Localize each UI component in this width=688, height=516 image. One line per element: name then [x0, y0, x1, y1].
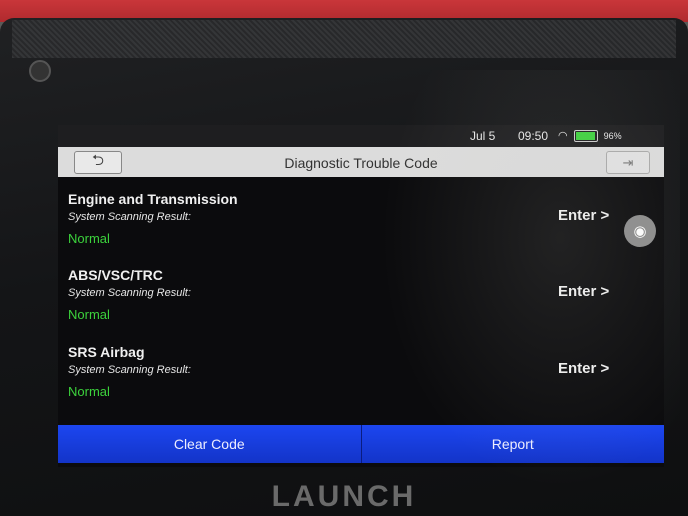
status-date: Jul 5	[470, 129, 496, 143]
exit-icon: ⇥	[622, 154, 634, 170]
battery-fill	[575, 131, 595, 140]
title-bar: ⮌ Diagnostic Trouble Code ⇥	[58, 147, 664, 177]
enter-button-engine[interactable]: Enter >	[558, 207, 609, 224]
front-camera-lens	[29, 60, 51, 82]
status-time: 09:50	[518, 129, 549, 143]
system-name: SRS Airbag	[68, 344, 145, 360]
brand-logo: LAUNCH	[271, 480, 417, 513]
screenshot-camera-button[interactable]: ◉	[624, 215, 656, 247]
system-row-abs: ABS/VSC/TRC System Scanning Result: Norm…	[58, 267, 664, 341]
system-status: Normal	[68, 231, 110, 246]
system-subtitle: System Scanning Result:	[68, 287, 191, 299]
exit-button[interactable]: ⇥	[606, 151, 650, 174]
system-name: Engine and Transmission	[68, 191, 238, 207]
status-icons: ◠ 96%	[558, 129, 622, 142]
page-title: Diagnostic Trouble Code	[284, 155, 438, 171]
device-screen: Jul 5 09:50 ◠ 96% ⮌ Diagnostic Trouble C…	[58, 125, 664, 467]
system-name: ABS/VSC/TRC	[68, 267, 163, 283]
system-subtitle: System Scanning Result:	[68, 211, 191, 223]
status-bar: Jul 5 09:50 ◠ 96%	[58, 125, 664, 147]
system-row-engine: Engine and Transmission System Scanning …	[58, 191, 664, 265]
bottom-action-bar: Clear Code Report	[58, 425, 664, 463]
system-status: Normal	[68, 307, 110, 322]
report-button[interactable]: Report	[361, 425, 664, 463]
wifi-icon: ◠	[558, 130, 568, 142]
system-status: Normal	[68, 384, 110, 399]
clear-code-button[interactable]: Clear Code	[58, 425, 362, 463]
system-subtitle: System Scanning Result:	[68, 364, 191, 376]
system-row-srs: SRS Airbag System Scanning Result: Norma…	[58, 344, 664, 418]
enter-button-abs[interactable]: Enter >	[558, 283, 609, 300]
camera-icon: ◉	[633, 223, 647, 240]
battery-percent: 96%	[603, 130, 622, 141]
enter-button-srs[interactable]: Enter >	[558, 360, 609, 377]
bezel-texture	[12, 20, 676, 58]
battery-icon	[573, 129, 598, 142]
